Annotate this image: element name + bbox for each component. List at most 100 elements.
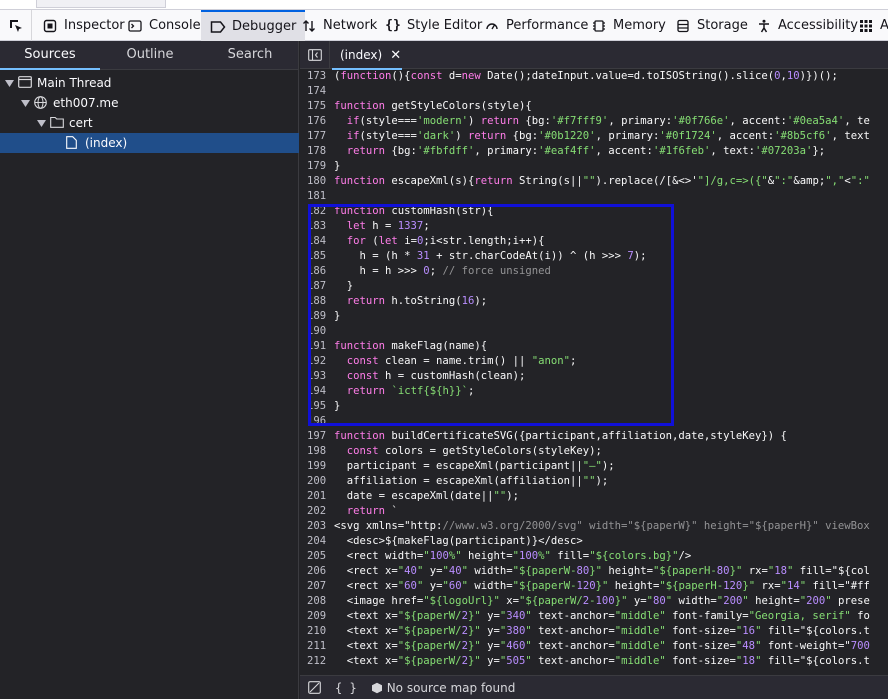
code-line[interactable]: 176 if(style==='modern') return {bg:'#f7…	[300, 115, 888, 130]
line-number[interactable]: 193	[300, 370, 334, 382]
line-number[interactable]: 210	[300, 625, 334, 637]
line-number[interactable]: 200	[300, 475, 334, 487]
tab-search[interactable]: Search	[200, 41, 300, 69]
code-line[interactable]: 178 return {bg:'#fbfdff', primary:'#eaf4…	[300, 145, 888, 160]
line-number[interactable]: 179	[300, 160, 334, 172]
code-line[interactable]: 198 const colors = getStyleColors(styleK…	[300, 445, 888, 460]
tab-sources[interactable]: Sources	[0, 41, 100, 70]
editor-tab-index[interactable]: (index) ✕	[332, 41, 402, 70]
code-line[interactable]: 194 return `ictf{${h}}`;	[300, 385, 888, 400]
code-line[interactable]: 188 return h.toString(16);	[300, 295, 888, 310]
line-number[interactable]: 190	[300, 325, 334, 337]
line-number[interactable]: 188	[300, 295, 334, 307]
line-number[interactable]: 198	[300, 445, 334, 457]
line-number[interactable]: 209	[300, 610, 334, 622]
code-line[interactable]: 197 function buildCertificateSVG({partici…	[300, 430, 888, 445]
line-number[interactable]: 208	[300, 595, 334, 607]
tab-accessibility[interactable]: Accessibility	[756, 10, 858, 41]
code-line[interactable]: 193 const h = customHash(clean);	[300, 370, 888, 385]
line-number[interactable]: 202	[300, 505, 334, 517]
code-line[interactable]: 175 function getStyleColors(style){	[300, 100, 888, 115]
tab-application[interactable]: A	[858, 10, 888, 41]
tree-item-main-thread[interactable]: Main Thread	[0, 73, 299, 93]
line-number[interactable]: 204	[300, 535, 334, 547]
code-line[interactable]: 190	[300, 325, 888, 340]
code-line[interactable]: 185 h = (h * 31 + str.charCodeAt(i)) ^ (…	[300, 250, 888, 265]
line-number[interactable]: 201	[300, 490, 334, 502]
line-number[interactable]: 182	[300, 205, 334, 217]
code-line[interactable]: 205 <rect width="100%" height="100%" fil…	[300, 550, 888, 565]
code-line[interactable]: 203 <svg xmlns="http://www.w3.org/2000/sv…	[300, 520, 888, 535]
tab-memory[interactable]: Memory	[591, 10, 666, 41]
code-line[interactable]: 204 <desc>${makeFlag(participant)}</desc…	[300, 535, 888, 550]
line-number[interactable]: 195	[300, 400, 334, 412]
code-line[interactable]: 212 <text x="${paperW/2}" y="505" text-a…	[300, 655, 888, 670]
code-line[interactable]: 184 for (let i=0;i<str.length;i++){	[300, 235, 888, 250]
code-line[interactable]: 173 (function(){const d=new Date();dateIn…	[300, 70, 888, 85]
code-line[interactable]: 208 <image href="${logoUrl}" x="${paperW…	[300, 595, 888, 610]
line-number[interactable]: 199	[300, 460, 334, 472]
code-line[interactable]: 200 affiliation = escapeXml(affiliation|…	[300, 475, 888, 490]
line-number[interactable]: 211	[300, 640, 334, 652]
tab-outline[interactable]: Outline	[100, 41, 200, 69]
tab-inspector[interactable]: Inspector	[42, 10, 125, 41]
code-line[interactable]: 195}	[300, 400, 888, 415]
code-line[interactable]: 189}	[300, 310, 888, 325]
code-line[interactable]: 177 if(style==='dark') return {bg:'#0b12…	[300, 130, 888, 145]
code-line[interactable]: 206 <rect x="40" y="40" width="${paperW-…	[300, 565, 888, 580]
tab-debugger[interactable]: Debugger	[201, 10, 306, 41]
line-number[interactable]: 183	[300, 220, 334, 232]
browser-tab[interactable]	[36, 0, 166, 8]
code-line[interactable]: 209 <text x="${paperW/2}" y="340" text-a…	[300, 610, 888, 625]
tree-item-folder[interactable]: cert	[0, 113, 299, 133]
code-line[interactable]: 182 function customHash(str){	[300, 205, 888, 220]
code-line[interactable]: 187 }	[300, 280, 888, 295]
line-number[interactable]: 186	[300, 265, 334, 277]
tab-network[interactable]: Network	[301, 10, 377, 41]
line-number[interactable]: 212	[300, 655, 334, 667]
line-number[interactable]: 205	[300, 550, 334, 562]
line-number[interactable]: 181	[300, 190, 334, 202]
blackbox-icon[interactable]	[308, 681, 321, 694]
code-line[interactable]: 201 date = escapeXml(date||"");	[300, 490, 888, 505]
code-line[interactable]: 181	[300, 190, 888, 205]
line-number[interactable]: 189	[300, 310, 334, 322]
code-line[interactable]: 199 participant = escapeXml(participant|…	[300, 460, 888, 475]
line-number[interactable]: 194	[300, 385, 334, 397]
code-line[interactable]: 179}	[300, 160, 888, 175]
code-line[interactable]: 196	[300, 415, 888, 430]
line-number[interactable]: 184	[300, 235, 334, 247]
line-number[interactable]: 180	[300, 175, 334, 187]
line-number[interactable]: 187	[300, 280, 334, 292]
code-line[interactable]: 210 <text x="${paperW/2}" y="380" text-a…	[300, 625, 888, 640]
tree-item-domain[interactable]: eth007.me	[0, 93, 299, 113]
line-number[interactable]: 197	[300, 430, 334, 442]
code-line[interactable]: 192 const clean = name.trim() || "anon";	[300, 355, 888, 370]
code-line[interactable]: 183 let h = 1337;	[300, 220, 888, 235]
tab-performance[interactable]: Performance	[484, 10, 588, 41]
line-number[interactable]: 178	[300, 145, 334, 157]
line-number[interactable]: 191	[300, 340, 334, 352]
tab-storage[interactable]: Storage	[675, 10, 748, 41]
source-map-status[interactable]: No source map found	[371, 681, 515, 695]
code-line[interactable]: 186 h = h >>> 0; // force unsigned	[300, 265, 888, 280]
tab-console[interactable]: Console	[127, 10, 201, 41]
tree-item-file[interactable]: (index)	[0, 133, 299, 153]
element-picker-button[interactable]	[0, 10, 32, 41]
line-number[interactable]: 192	[300, 355, 334, 367]
line-number[interactable]: 185	[300, 250, 334, 262]
line-number[interactable]: 177	[300, 130, 334, 142]
code-line[interactable]: 207 <rect x="60" y="60" width="${paperW-…	[300, 580, 888, 595]
line-number[interactable]: 173	[300, 70, 334, 82]
close-icon[interactable]: ✕	[390, 48, 401, 63]
line-number[interactable]: 174	[300, 85, 334, 97]
line-number[interactable]: 203	[300, 520, 334, 532]
code-line[interactable]: 211 <text x="${paperW/2}" y="460" text-a…	[300, 640, 888, 655]
code-line[interactable]: 180 function escapeXml(s){return String(s…	[300, 175, 888, 190]
code-line[interactable]: 202 return `	[300, 505, 888, 520]
toggle-sidebar-button[interactable]	[300, 41, 330, 69]
code-line[interactable]: 174	[300, 85, 888, 100]
tab-style-editor[interactable]: {} Style Editor	[385, 10, 482, 41]
line-number[interactable]: 196	[300, 415, 334, 427]
code-line[interactable]: 191 function makeFlag(name){	[300, 340, 888, 355]
